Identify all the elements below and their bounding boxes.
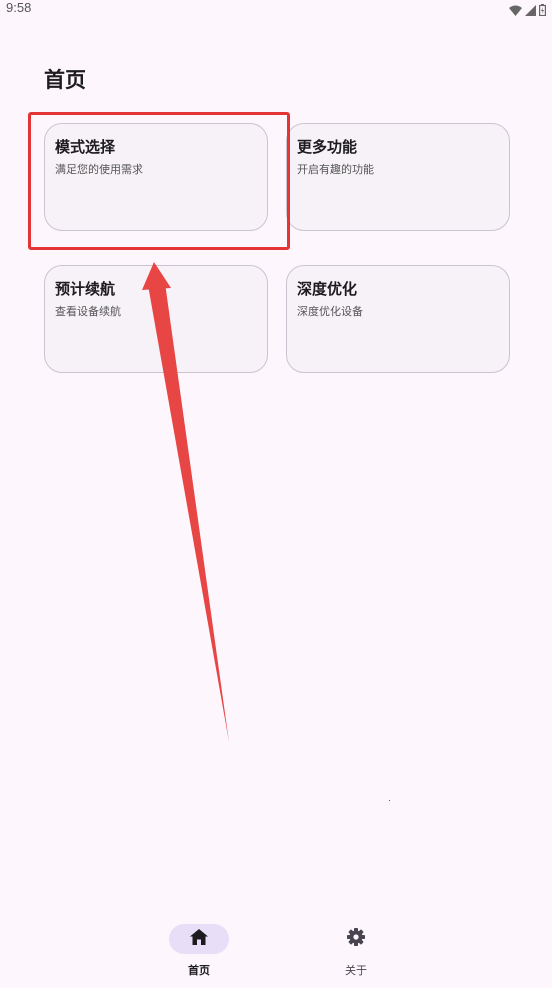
card-description: 满足您的使用需求 [55,163,143,176]
card-description: 查看设备续航 [55,305,121,318]
nav-item-home[interactable]: 首页 [159,924,239,978]
card-more-features[interactable]: 更多功能 开启有趣的功能 [286,123,510,231]
status-bar: 9:58 [0,0,552,18]
card-title: 更多功能 [297,138,358,156]
gear-icon [346,927,366,951]
battery-icon [539,1,547,20]
nav-item-about[interactable]: 关于 [316,924,396,978]
card-battery-estimate[interactable]: 预计续航 查看设备续航 [44,265,268,373]
bottom-nav: 首页 关于 [0,910,552,988]
nav-label-home: 首页 [188,964,210,977]
card-title: 模式选择 [55,138,116,156]
page-title: 首页 [44,68,86,92]
card-deep-optimize[interactable]: 深度优化 深度优化设备 [286,265,510,373]
status-time: 9:58 [6,0,32,15]
nav-indicator [169,924,229,954]
signal-icon [525,1,536,20]
card-title: 预计续航 [55,280,116,298]
status-icons [509,1,547,20]
stray-dot [389,800,390,801]
card-description: 开启有趣的功能 [297,163,374,176]
nav-indicator [326,924,386,954]
wifi-icon [509,1,522,20]
card-description: 深度优化设备 [297,305,363,318]
card-mode-select[interactable]: 模式选择 满足您的使用需求 [44,123,268,231]
home-icon [190,929,208,949]
card-title: 深度优化 [297,280,358,298]
nav-label-about: 关于 [345,964,367,977]
